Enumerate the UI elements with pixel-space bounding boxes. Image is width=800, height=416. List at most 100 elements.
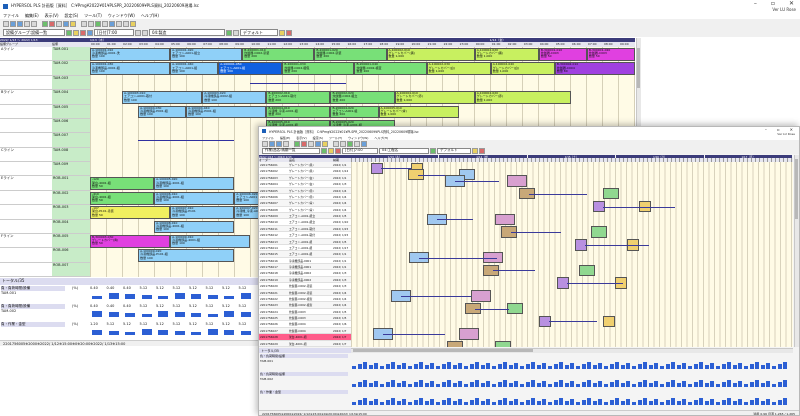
- row-resource-label[interactable]: TAM-004: [52, 90, 90, 105]
- zoom-out-icon[interactable]: [340, 140, 346, 147]
- refresh-icon[interactable]: [347, 140, 353, 147]
- refresh-icon[interactable]: [95, 20, 101, 27]
- calendar-icon[interactable]: [328, 147, 334, 154]
- gantt-bar[interactable]: B-200001-010 炊飯器-C002-塗装 数量 200: [242, 48, 315, 61]
- gantt-bar[interactable]: -410 架台-4001-組 数量 50: [90, 191, 155, 205]
- menu-item[interactable]: 編集(E): [280, 136, 290, 140]
- prev-icon[interactable]: [135, 29, 141, 36]
- filter-icon[interactable]: [354, 140, 360, 147]
- time-select[interactable]: [日付]7:00: [94, 29, 134, 36]
- order-bar[interactable]: [603, 315, 615, 328]
- save-icon[interactable]: [17, 20, 23, 27]
- row-resource-label[interactable]: TAM-006: [52, 118, 90, 134]
- play-icon[interactable]: [66, 29, 72, 36]
- calendar-icon[interactable]: [73, 29, 79, 36]
- gantt-bar[interactable]: A-100001-040 エアコン-A001-組 数量 100: [170, 62, 219, 76]
- warning-icon[interactable]: [322, 140, 328, 147]
- menu-item[interactable]: ウィンドウ(W): [108, 13, 135, 19]
- preview-icon[interactable]: [31, 20, 37, 27]
- stop-icon[interactable]: [301, 140, 307, 147]
- row-resource-label[interactable]: TAM-007: [52, 133, 90, 148]
- gantt-bar[interactable]: B-300003-030 ゲレートカバー(青) 数量 50: [90, 234, 171, 248]
- gantt-bar[interactable]: A-100004-030 冷凍機部品-P001-組 数量 100: [138, 105, 187, 119]
- menu-item[interactable]: ファイル: [3, 13, 19, 19]
- zoom-in-icon[interactable]: [333, 140, 339, 147]
- view-select-2[interactable]: 作業/品名:納期一覧: [262, 147, 320, 154]
- new-icon[interactable]: [3, 20, 9, 27]
- row-resource-label[interactable]: TAM-003: [52, 75, 90, 91]
- gantt-bar[interactable]: A-100001-020 エアコン-A001-組立 数量 100: [170, 48, 243, 61]
- menu-item[interactable]: 設定(S): [65, 13, 79, 19]
- row-resource-label[interactable]: TAM-001: [52, 47, 90, 62]
- gantt-bar[interactable]: A-100002-040 ゲレートカバー(白) 数量 1,000: [490, 62, 555, 76]
- expand-icon[interactable]: [226, 29, 232, 36]
- gantt-bar[interactable]: A-100004-010 ゲレートカバー(赤) 数量 1,000: [394, 91, 475, 104]
- order-bar[interactable]: [459, 328, 479, 340]
- open-icon[interactable]: [10, 20, 16, 27]
- gantt-bar[interactable]: -107 架台-P101-塗装 数量 50: [90, 206, 171, 219]
- maximize-icon[interactable]: ▫: [771, 0, 775, 7]
- zoom-in-icon[interactable]: [81, 20, 87, 27]
- filter-icon[interactable]: [102, 20, 108, 27]
- time-select-2[interactable]: [日付]7:00: [342, 147, 378, 154]
- gantt-bar[interactable]: A-100002-010 ゲレートカバー(黒) 数量 1,000: [386, 48, 475, 61]
- record-icon[interactable]: [335, 147, 341, 154]
- order-bar[interactable]: [603, 188, 619, 200]
- row-resource-label[interactable]: ROB-003: [52, 205, 90, 220]
- gantt-bar[interactable]: A-100002-020 ゲレートカバー(黒) 数量 1,000: [474, 48, 539, 61]
- minimize-icon[interactable]: –: [754, 0, 757, 7]
- gantt-bar[interactable]: B-200001-020 炊飯器-C002-塗装 数量 200: [314, 48, 387, 61]
- open-icon[interactable]: [269, 140, 275, 147]
- row-resource-label[interactable]: ROB-005: [52, 233, 90, 249]
- play-icon[interactable]: [321, 147, 327, 154]
- gantt-bar[interactable]: A-100009-010 冷凍機部品-4001-組 数量 100: [170, 234, 251, 248]
- save-icon[interactable]: [276, 140, 282, 147]
- menu-item[interactable]: ヘルプ(H): [374, 136, 388, 140]
- new-icon[interactable]: [262, 140, 268, 147]
- gantt-bar[interactable]: A-100004-020 ゲレートカバー(赤) 数量 1,000: [474, 91, 571, 104]
- menu-item[interactable]: ツール(T): [84, 13, 102, 19]
- help-icon[interactable]: [130, 20, 136, 27]
- gear-icon[interactable]: [87, 29, 93, 36]
- menu-item[interactable]: ツール(T): [329, 136, 342, 140]
- zoom-out-icon[interactable]: [88, 20, 94, 27]
- print-icon[interactable]: [24, 20, 30, 27]
- expand-icon[interactable]: [430, 147, 436, 154]
- menu-item[interactable]: ヘルプ(H): [141, 13, 159, 19]
- view-select[interactable]: 設備グループ:設備一覧: [3, 29, 65, 36]
- grid-icon[interactable]: [308, 140, 314, 147]
- flag-icon[interactable]: [479, 147, 485, 154]
- order-bar[interactable]: [591, 226, 607, 238]
- row-resource-label[interactable]: ROB-006: [52, 248, 90, 263]
- print-icon[interactable]: [283, 140, 289, 147]
- default-button-2[interactable]: デフォルト: [437, 147, 471, 154]
- order-bar[interactable]: [579, 264, 595, 277]
- gantt-bar[interactable]: A-100001-030 冷凍機部品-0001-組 数量 100: [90, 62, 171, 76]
- gantt-bar[interactable]: B-200001-040 炊飯器-C002-検査 数量 200: [354, 62, 427, 76]
- schedule-icon[interactable]: [294, 140, 300, 147]
- gantt-bar[interactable]: A-100004-040 冷凍機部品-P001-組 数量 100: [186, 105, 267, 119]
- collapse-icon[interactable]: [233, 29, 239, 36]
- minimize-icon[interactable]: –: [765, 127, 767, 132]
- flag-icon[interactable]: [286, 29, 292, 36]
- menu-item[interactable]: 編集(E): [25, 13, 39, 19]
- vertical-scrollbar-2[interactable]: [794, 155, 799, 347]
- row-resource-label[interactable]: TAM-008: [52, 147, 90, 162]
- order-bar[interactable]: [507, 302, 523, 315]
- order-id[interactable]: 2201756029: [259, 340, 289, 347]
- order-bar[interactable]: [507, 175, 527, 187]
- row-resource-label[interactable]: TAM-009: [52, 162, 90, 177]
- gantt-bar[interactable]: A-100001-010 冷凍機部品-0001-洗 数量 100: [90, 48, 171, 61]
- row-resource-label[interactable]: TAM-002: [52, 61, 90, 76]
- gantt-bar[interactable]: B-300002-010 炊飯器-C004 数量 80: [554, 62, 635, 76]
- gantt-bar[interactable]: B-200002-020 炊飯器-C002-組立 数量 200: [330, 91, 395, 104]
- gantt-bar[interactable]: A-100006-010 冷凍機部品-4001-組 数量 100: [154, 191, 235, 205]
- search-icon[interactable]: [109, 20, 115, 27]
- chart-icon[interactable]: [63, 20, 69, 27]
- redo-icon[interactable]: [123, 20, 129, 27]
- gantt-bar[interactable]: B-200002-010 エアコン-A001-取付 数量 200: [266, 91, 331, 104]
- order-bar[interactable]: [471, 290, 491, 302]
- menu-item[interactable]: ファイル: [262, 136, 274, 140]
- stop-icon[interactable]: [49, 20, 55, 27]
- gantt-bar[interactable]: A-100005-010 ゲレートカバー(青) 数量 1,000: [378, 105, 459, 119]
